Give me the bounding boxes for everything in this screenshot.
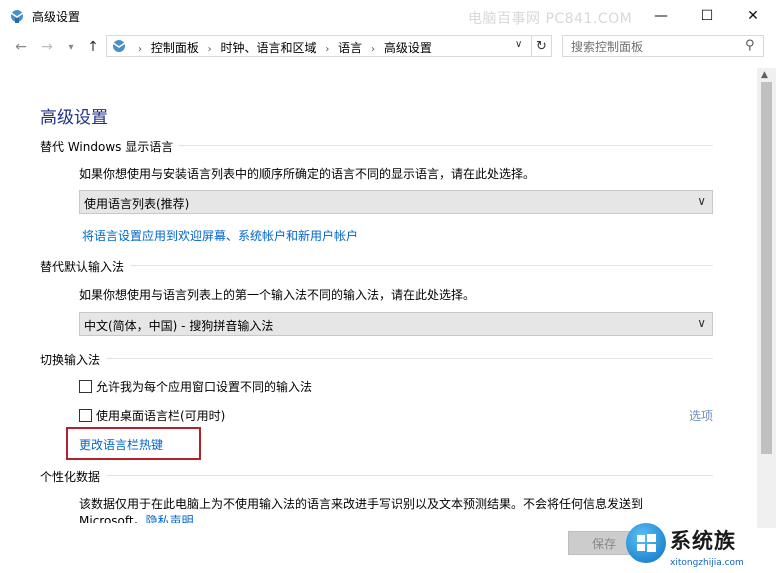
control-panel-icon: [112, 40, 126, 52]
breadcrumb-sep: ›: [207, 44, 212, 55]
logo-globe-icon: [626, 523, 666, 563]
display-language-select[interactable]: 使用语言列表(推荐) ∨: [79, 190, 713, 214]
breadcrumb-sep: ›: [325, 44, 330, 55]
breadcrumb-control-panel[interactable]: 控制面板: [151, 41, 199, 55]
breadcrumb-clock-language-region[interactable]: 时钟、语言和区域: [221, 41, 317, 55]
maximize-button[interactable]: ☐: [684, 0, 730, 32]
breadcrumb-sep: ›: [371, 44, 376, 55]
breadcrumb-sep: ›: [138, 44, 142, 55]
apply-language-settings-link[interactable]: 将语言设置应用到欢迎屏幕、系统帐户和新用户帐户: [82, 227, 358, 244]
personalization-description: 该数据仅用于在此电脑上为不使用输入法的语言来改进手写识别以及文本预测结果。不会将…: [79, 497, 644, 511]
search-input[interactable]: [569, 37, 743, 57]
default-input-description: 如果你想使用与语言列表上的第一个输入法不同的输入法，请在此处选择。: [79, 288, 476, 302]
options-link[interactable]: 选项: [689, 407, 713, 424]
privacy-statement-link[interactable]: 隐私声明: [146, 514, 194, 523]
up-icon[interactable]: ↑: [84, 38, 102, 56]
section-title-switch-input: 切换输入法: [40, 353, 101, 367]
title-bar: 高级设置 电脑百事网 PC841.COM — ☐ ✕: [0, 0, 776, 32]
close-button[interactable]: ✕: [730, 0, 776, 32]
minimize-button[interactable]: —: [638, 0, 684, 32]
site-logo: 系统族 xitongzhijia.com: [622, 520, 776, 573]
section-divider: [106, 358, 713, 359]
display-language-description: 如果你想使用与安装语言列表中的顺序所确定的语言不同的显示语言，请在此处选择。: [79, 167, 536, 181]
logo-url: xitongzhijia.com: [670, 558, 744, 568]
change-hotkeys-link[interactable]: 更改语言栏热键: [79, 436, 163, 453]
personalization-description-cont: Microsoft。: [79, 514, 146, 523]
section-divider: [130, 265, 713, 266]
recent-locations-icon[interactable]: ▾: [62, 38, 80, 56]
search-box: ⚲: [562, 35, 764, 57]
search-icon[interactable]: ⚲: [745, 38, 755, 53]
windows-logo-icon: [637, 534, 656, 552]
section-title-personalization: 个性化数据: [40, 470, 101, 484]
chevron-down-icon: ∨: [697, 316, 706, 330]
page-title: 高级设置: [40, 108, 108, 128]
desktop-language-bar-checkbox[interactable]: [79, 409, 92, 422]
per-app-input-label[interactable]: 允许我为每个应用窗口设置不同的输入法: [96, 378, 312, 395]
refresh-button[interactable]: ↻: [532, 35, 552, 57]
address-bar[interactable]: › 控制面板 › 时钟、语言和区域 › 语言 › 高级设置 ∨: [106, 35, 532, 57]
control-panel-icon: [10, 10, 24, 23]
desktop-language-bar-label[interactable]: 使用桌面语言栏(可用时): [96, 407, 225, 424]
default-input-select[interactable]: 中文(简体，中国) - 搜狗拼音输入法 ∨: [79, 312, 713, 336]
scroll-up-arrow-icon[interactable]: ▲: [761, 70, 768, 80]
watermark-text: 电脑百事网 PC841.COM: [468, 11, 633, 27]
section-divider: [178, 145, 713, 146]
address-dropdown-icon[interactable]: ∨: [515, 39, 522, 50]
back-icon[interactable]: ←: [12, 38, 30, 56]
breadcrumb-language[interactable]: 语言: [338, 41, 362, 55]
per-app-input-checkbox[interactable]: [79, 380, 92, 393]
breadcrumb: › 控制面板 › 时钟、语言和区域 › 语言 › 高级设置: [133, 39, 432, 56]
vertical-scrollbar[interactable]: ▲: [757, 68, 776, 528]
scroll-thumb[interactable]: [761, 82, 772, 454]
section-title-default-input: 替代默认输入法: [40, 260, 125, 274]
personalization-description-continued: Microsoft。隐私声明: [79, 512, 194, 523]
forward-icon[interactable]: →: [38, 38, 56, 56]
chevron-down-icon: ∨: [697, 194, 706, 208]
display-language-select-value: 使用语言列表(推荐): [84, 197, 190, 211]
section-title-display-language: 替代 Windows 显示语言: [40, 140, 174, 154]
default-input-select-value: 中文(简体，中国) - 搜狗拼音输入法: [84, 319, 274, 333]
breadcrumb-advanced-settings[interactable]: 高级设置: [384, 41, 432, 55]
window-title: 高级设置: [32, 10, 81, 24]
section-divider: [106, 475, 713, 476]
logo-text: 系统族: [670, 529, 736, 553]
